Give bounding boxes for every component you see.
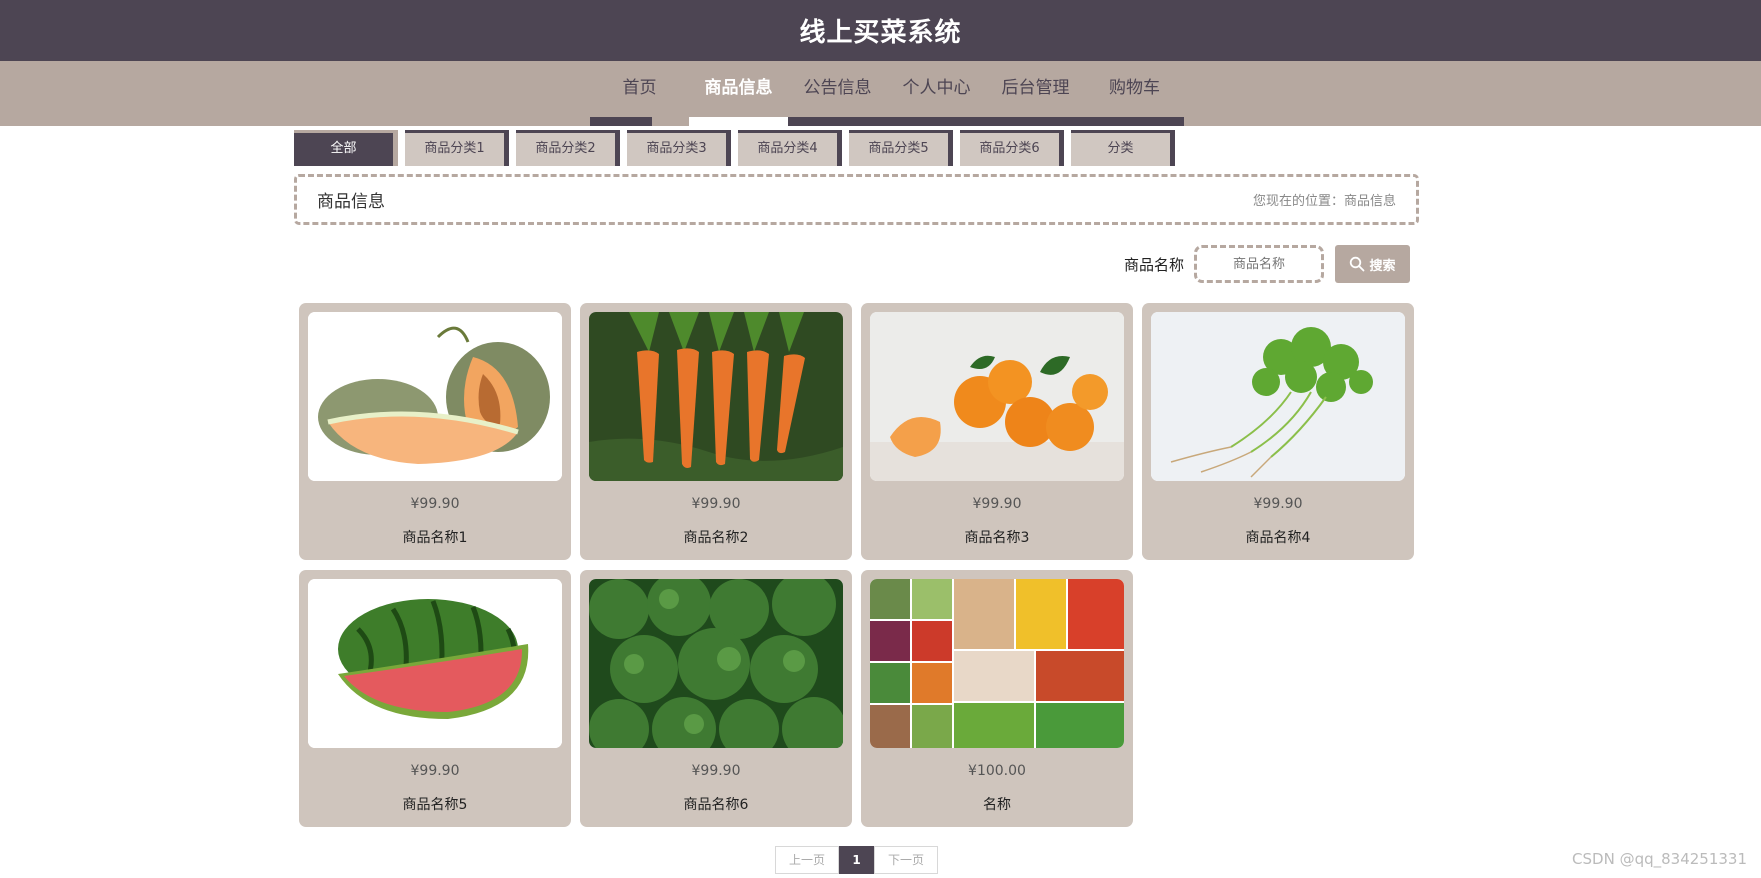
category-tab-6[interactable]: 商品分类6 [960,130,1064,166]
nav-bar: 首页 商品信息 公告信息 个人中心 后台管理 购物车 [0,61,1761,126]
nav-products-label: 商品信息 [704,78,773,98]
category-tab-1[interactable]: 商品分类1 [405,130,509,166]
product-card[interactable]: ¥99.90 商品名称5 [299,570,571,827]
main-nav: 首页 商品信息 公告信息 个人中心 后台管理 购物车 [590,61,1184,126]
nav-products-bar [689,117,788,126]
product-card[interactable]: ¥100.00 名称 [861,570,1133,827]
product-name[interactable]: 名称 [870,794,1124,814]
site-title: 线上买菜系统 [799,18,962,48]
section-title: 商品信息 [317,192,385,212]
product-image[interactable] [1151,312,1405,481]
nav-cart-label: 购物车 [1109,78,1160,98]
broccoli-image [589,579,843,748]
nav-home-label: 首页 [622,78,657,98]
breadcrumb: 商品信息 您现在的位置：商品信息 [294,174,1419,225]
vegetable-collage-image [870,579,1124,748]
product-card[interactable]: ¥99.90 商品名称2 [580,303,852,560]
nav-announcements[interactable]: 公告信息 [788,61,887,126]
product-name[interactable]: 商品名称5 [308,794,562,814]
nav-home[interactable]: 首页 [590,61,689,126]
product-image[interactable] [308,579,562,748]
product-price: ¥99.90 [1253,496,1303,512]
product-name[interactable]: 商品名称2 [589,527,843,547]
category-tab-5[interactable]: 商品分类5 [849,130,953,166]
category-tab-4[interactable]: 商品分类4 [738,130,842,166]
product-card[interactable]: ¥99.90 商品名称1 [299,303,571,560]
next-page-button[interactable]: 下一页 [874,846,938,874]
category-tab-3[interactable]: 商品分类3 [627,130,731,166]
cilantro-image [1151,312,1405,481]
product-name[interactable]: 商品名称1 [308,527,562,547]
nav-personal-center[interactable]: 个人中心 [887,61,986,126]
product-image[interactable] [589,579,843,748]
nav-home-bar [590,117,652,126]
nav-admin[interactable]: 后台管理 [986,61,1085,126]
product-price: ¥99.90 [691,763,741,779]
nav-announcements-bar [788,117,887,126]
nav-personal-center-label: 个人中心 [902,78,971,98]
product-price: ¥100.00 [968,763,1026,779]
search-input[interactable] [1194,245,1324,283]
product-grid: ¥99.90 商品名称1 ¥99.90 商品名称2 ¥99.90 商品名称3 ¥… [299,303,1415,827]
product-image[interactable] [308,312,562,481]
nav-admin-bar [986,117,1085,126]
page-1-button[interactable]: 1 [839,846,874,874]
product-card[interactable]: ¥99.90 商品名称6 [580,570,852,827]
nav-products[interactable]: 商品信息 [689,61,788,126]
search-button-label: 搜索 [1369,258,1396,274]
nav-personal-center-bar [887,117,986,126]
carrots-image [589,312,843,481]
product-image[interactable] [589,312,843,481]
product-price: ¥99.90 [410,763,460,779]
search-label: 商品名称 [1123,255,1184,274]
nav-cart[interactable]: 购物车 [1085,61,1184,126]
nav-admin-label: 后台管理 [1001,78,1070,98]
product-image[interactable] [870,579,1124,748]
product-price: ¥99.90 [972,496,1022,512]
current-location: 您现在的位置：商品信息 [1252,194,1396,209]
category-tabs: 全部 商品分类1 商品分类2 商品分类3 商品分类4 商品分类5 商品分类6 分… [294,130,1182,166]
product-name[interactable]: 商品名称4 [1151,527,1405,547]
product-name[interactable]: 商品名称6 [589,794,843,814]
product-card[interactable]: ¥99.90 商品名称4 [1142,303,1414,560]
category-tab-all[interactable]: 全部 [294,130,398,166]
nav-announcements-label: 公告信息 [803,78,872,98]
search-icon [1350,256,1365,272]
product-card[interactable]: ¥99.90 商品名称3 [861,303,1133,560]
product-image[interactable] [870,312,1124,481]
prev-page-button[interactable]: 上一页 [775,846,839,874]
nav-cart-bar [1085,117,1184,126]
search-button[interactable]: 搜索 [1335,245,1410,283]
search-bar: 商品名称 搜索 [1124,245,1410,283]
top-header: 线上买菜系统 [0,0,1761,61]
product-price: ¥99.90 [691,496,741,512]
oranges-image [870,312,1124,481]
product-price: ¥99.90 [410,496,460,512]
pagination: 上一页 1 下一页 [775,846,938,874]
cantaloupe-image [308,312,562,481]
category-tab-other[interactable]: 分类 [1071,130,1175,166]
watermark: CSDN @qq_834251331 [1572,850,1747,868]
product-name[interactable]: 商品名称3 [870,527,1124,547]
category-tab-2[interactable]: 商品分类2 [516,130,620,166]
watermelon-image [308,579,562,748]
